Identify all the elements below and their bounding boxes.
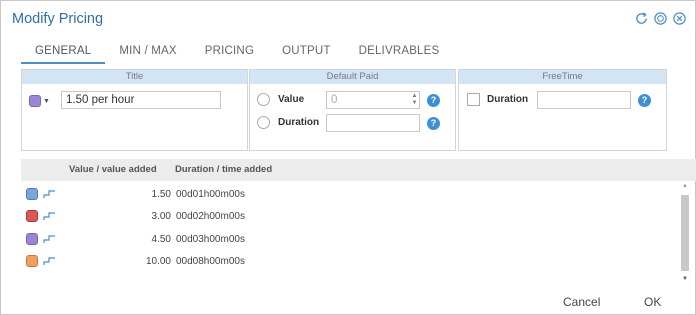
color-picker-button[interactable]: ▼: [29, 94, 51, 108]
free-duration-input[interactable]: [537, 91, 631, 109]
scrollbar-thumb[interactable]: [681, 195, 689, 271]
scroll-up-icon[interactable]: ▲: [682, 183, 688, 189]
tab-pricing[interactable]: PRICING: [191, 45, 268, 64]
free-time-checkbox[interactable]: [467, 93, 480, 106]
clock-icon[interactable]: [653, 11, 668, 26]
row-color-swatch[interactable]: [26, 233, 38, 245]
grid-scrollbar[interactable]: ▲ ▼: [679, 181, 691, 289]
free-time-section: FreeTime Duration ?: [458, 69, 667, 151]
duration-radio[interactable]: [257, 116, 270, 129]
tab-min-max[interactable]: MIN / MAX: [105, 45, 190, 64]
row-color-swatch[interactable]: [26, 188, 38, 200]
window-controls: [634, 11, 687, 26]
help-icon[interactable]: ?: [638, 94, 651, 107]
ok-button[interactable]: OK: [644, 295, 661, 309]
column-header-value: Value / value added: [69, 164, 157, 175]
row-value: 10.00: [145, 256, 171, 267]
free-time-header: FreeTime: [459, 70, 666, 84]
tab-deliverables[interactable]: DELIVRABLES: [345, 45, 454, 64]
default-paid-section: Default Paid Value 0 ▲ ▼ ? Duration ?: [249, 69, 456, 151]
modify-pricing-dialog: Modify Pricing GENERAL MIN / MAX PRICING…: [0, 0, 696, 315]
value-input[interactable]: 0: [326, 91, 420, 109]
row-color-swatch[interactable]: [26, 255, 38, 267]
step-icon: [43, 257, 55, 265]
close-icon[interactable]: [672, 11, 687, 26]
value-stepper[interactable]: ▲ ▼: [410, 92, 419, 108]
scroll-down-icon[interactable]: ▼: [682, 276, 688, 282]
row-value: 1.50: [151, 189, 171, 200]
step-icon: [43, 212, 55, 220]
title-input[interactable]: 1.50 per hour: [61, 91, 221, 109]
value-label: Value: [278, 94, 305, 105]
table-row[interactable]: 10.00 00d08h00m00s: [21, 250, 311, 272]
row-color-swatch[interactable]: [26, 210, 38, 222]
cancel-button[interactable]: Cancel: [563, 295, 600, 309]
column-header-duration: Duration / time added: [175, 164, 273, 175]
value-radio[interactable]: [257, 93, 270, 106]
row-duration: 00d03h00m00s: [176, 234, 245, 245]
step-icon: [43, 235, 55, 243]
duration-label: Duration: [278, 117, 320, 128]
row-duration: 00d08h00m00s: [176, 256, 245, 267]
row-duration: 00d02h00m00s: [176, 211, 245, 222]
chevron-down-icon: ▼: [43, 97, 50, 105]
row-value: 3.00: [151, 211, 171, 222]
default-paid-header: Default Paid: [250, 70, 455, 84]
color-swatch: [29, 95, 41, 107]
title-section: Title ▼ 1.50 per hour: [21, 69, 248, 151]
title-section-header: Title: [22, 70, 247, 84]
step-icon: [43, 190, 55, 198]
help-icon[interactable]: ?: [427, 94, 440, 107]
tab-output[interactable]: OUTPUT: [268, 45, 344, 64]
refresh-icon[interactable]: [634, 11, 649, 26]
duration-input[interactable]: [326, 114, 420, 132]
dialog-titlebar: Modify Pricing: [1, 1, 695, 37]
row-value: 4.50: [151, 234, 171, 245]
help-icon[interactable]: ?: [427, 117, 440, 130]
table-row[interactable]: 3.00 00d02h00m00s: [21, 205, 311, 227]
table-row[interactable]: 4.50 00d03h00m00s: [21, 228, 311, 250]
tab-bar: GENERAL MIN / MAX PRICING OUTPUT DELIVRA…: [21, 45, 453, 64]
tab-general[interactable]: GENERAL: [21, 45, 106, 64]
row-duration: 00d01h00m00s: [176, 189, 245, 200]
grid-header: Value / value added Duration / time adde…: [21, 159, 696, 181]
free-duration-label: Duration: [487, 94, 529, 105]
dialog-title: Modify Pricing: [12, 11, 104, 27]
table-row[interactable]: 1.50 00d01h00m00s: [21, 183, 311, 205]
